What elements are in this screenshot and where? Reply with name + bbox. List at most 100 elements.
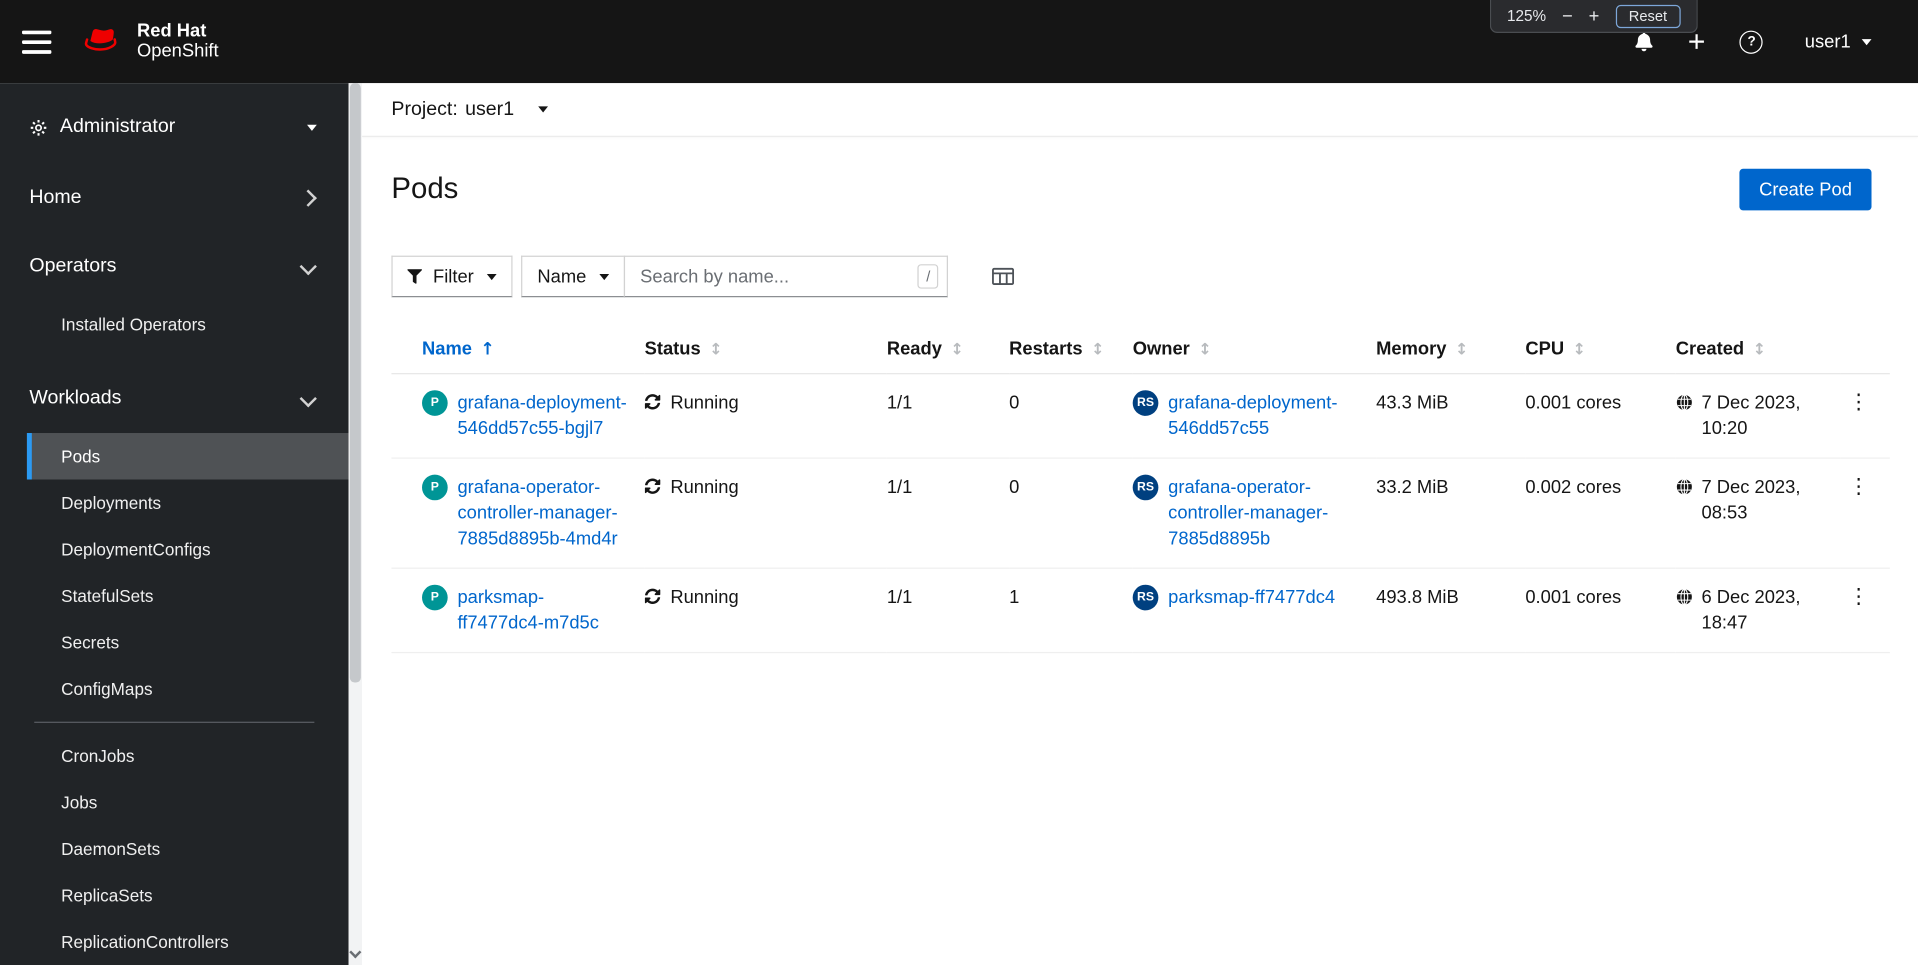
replicaset-badge: RS (1132, 390, 1159, 416)
sidebar-item-statefulsets[interactable]: StatefulSets (27, 572, 349, 618)
sidebar-nav: Administrator Home Operators Installed O… (0, 83, 349, 965)
sidebar-item-home[interactable]: Home (0, 171, 349, 225)
pods-table: Name ↑ Status ↕ Ready ↕ Restarts ↕ Owner ↕ Me… (391, 325, 1890, 654)
column-header-owner[interactable]: Owner ↕ (1132, 325, 1377, 375)
sidebar-item-installed-operators[interactable]: Installed Operators (27, 301, 349, 347)
caret-down-icon (1861, 38, 1872, 45)
notifications-button[interactable] (1635, 31, 1655, 52)
column-header-name[interactable]: Name ↑ (391, 325, 645, 375)
owner-link[interactable]: grafana-operator-controller-manager-7885… (1168, 475, 1361, 552)
column-header-ready[interactable]: Ready ↕ (886, 325, 1010, 375)
column-label: Status (644, 338, 701, 360)
sidebar-item-replicasets[interactable]: ReplicaSets (27, 872, 349, 918)
pod-name-link[interactable]: grafana-operator-controller-manager-7885… (457, 475, 629, 552)
sidebar-item-label: Secrets (61, 632, 120, 652)
sort-icon: ↕ (709, 341, 723, 360)
sidebar-section-operators[interactable]: Operators (0, 240, 349, 294)
sort-icon: ↕ (1091, 341, 1105, 360)
zoom-in-button[interactable]: + (1589, 7, 1600, 25)
column-header-restarts[interactable]: Restarts ↕ (1009, 325, 1133, 375)
zoom-reset-button[interactable]: Reset (1615, 4, 1681, 28)
redhat-hat-icon (81, 24, 126, 58)
owner-link[interactable]: parksmap-ff7477dc4 (1168, 585, 1335, 611)
manage-columns-button[interactable] (992, 267, 1015, 287)
kebab-menu-button[interactable] (1841, 390, 1869, 416)
username: user1 (1804, 31, 1851, 52)
search-field: / (624, 255, 949, 298)
column-label: Owner (1132, 338, 1190, 360)
project-bar: Project: user1 (362, 83, 1918, 137)
pod-restarts: 0 (1009, 373, 1133, 459)
owner-link[interactable]: grafana-deployment-546dd57c55 (1168, 390, 1361, 441)
column-header-memory[interactable]: Memory ↕ (1376, 325, 1526, 375)
sort-icon: ↕ (950, 341, 964, 360)
zoom-level: 125% (1506, 7, 1547, 25)
sidebar-item-cronjobs[interactable]: CronJobs (27, 733, 349, 779)
timestamp-globe-icon (1676, 394, 1693, 411)
filter-label: Filter (433, 266, 474, 287)
caret-down-icon (599, 273, 610, 280)
hamburger-icon (22, 29, 52, 34)
user-menu[interactable]: user1 (1805, 31, 1872, 52)
sidebar-item-label: ReplicationControllers (61, 932, 229, 952)
pod-ready: 1/1 (886, 373, 1010, 459)
pod-name-link[interactable]: grafana-deployment-546dd57c55-bgjl7 (457, 390, 629, 441)
kebab-menu-button[interactable] (1841, 475, 1869, 501)
table-body: P grafana-deployment-546dd57c55-bgjl7 Ru… (391, 373, 1890, 654)
help-menu-button[interactable] (1739, 29, 1764, 54)
sidebar-scrollbar[interactable] (348, 83, 363, 965)
sidebar-item-jobs[interactable]: Jobs (27, 779, 349, 825)
scrollbar-down-arrow[interactable] (349, 946, 362, 963)
sidebar-item-replicationcontrollers[interactable]: ReplicationControllers (27, 919, 349, 965)
sidebar-item-deploymentconfigs[interactable]: DeploymentConfigs (27, 526, 349, 572)
sidebar-item-pods[interactable]: Pods (26, 433, 349, 480)
search-input[interactable] (624, 255, 949, 298)
notification-bell-icon (1635, 31, 1655, 52)
sidebar-item-configmaps[interactable]: ConfigMaps (27, 665, 349, 711)
pod-restarts: 0 (1009, 458, 1133, 569)
scrollbar-thumb[interactable] (349, 83, 361, 683)
column-label: Created (1675, 338, 1745, 360)
zoom-out-button[interactable]: − (1562, 7, 1573, 25)
perspective-switcher[interactable]: Administrator (0, 95, 349, 159)
pod-badge: P (422, 390, 448, 416)
column-management-icon (992, 267, 1015, 287)
project-selector[interactable]: Project: user1 (391, 98, 549, 120)
openshift-console: Red Hat OpenShift user1 (0, 0, 1918, 965)
sidebar-section-workloads[interactable]: Workloads (0, 372, 349, 426)
pod-status: Running (670, 392, 739, 414)
filter-dropdown[interactable]: Filter (391, 255, 513, 298)
sidebar-item-daemonsets[interactable]: DaemonSets (27, 826, 349, 872)
running-sync-icon (644, 478, 661, 494)
pod-name-link[interactable]: parksmap-ff7477dc4-m7d5c (457, 585, 629, 636)
timestamp-globe-icon (1676, 478, 1693, 495)
sidebar-item-deployments[interactable]: Deployments (27, 479, 349, 525)
sidebar-item-label: Pods (61, 446, 101, 467)
sidebar-item-secrets[interactable]: Secrets (27, 619, 349, 665)
sidebar-section-label: Home (29, 187, 82, 208)
menu-toggle-button[interactable] (22, 29, 52, 54)
replicaset-badge: RS (1132, 584, 1159, 611)
quick-create-button[interactable] (1687, 32, 1707, 52)
sidebar-item-label: StatefulSets (61, 585, 154, 606)
page-header: Pods Create Pod (362, 137, 1918, 211)
operators-subnav: Installed Operators (0, 301, 349, 347)
column-header-status[interactable]: Status ↕ (644, 325, 887, 375)
search-attribute-dropdown[interactable]: Name (521, 255, 626, 298)
sidebar-item-label: DaemonSets (61, 839, 161, 859)
nav-divider (34, 721, 315, 723)
column-header-cpu[interactable]: CPU ↕ (1525, 325, 1676, 375)
pod-created: 7 Dec 2023, 10:20 (1701, 392, 1801, 440)
kebab-menu-button[interactable] (1841, 585, 1869, 611)
pod-created: 6 Dec 2023, 18:47 (1701, 587, 1801, 634)
redhat-openshift-logo: Red Hat OpenShift (81, 21, 219, 61)
sort-icon: ↕ (1198, 341, 1212, 360)
column-header-created[interactable]: Created ↕ (1675, 325, 1841, 375)
pod-status: Running (670, 587, 739, 608)
sort-icon: ↕ (1572, 341, 1586, 360)
create-pod-button[interactable]: Create Pod (1739, 168, 1872, 211)
sort-icon: ↑ (480, 340, 495, 360)
column-label: Name (422, 338, 472, 360)
table-row: P parksmap-ff7477dc4-m7d5c Running 1/1 1… (391, 568, 1890, 654)
plus-icon (1687, 32, 1707, 52)
